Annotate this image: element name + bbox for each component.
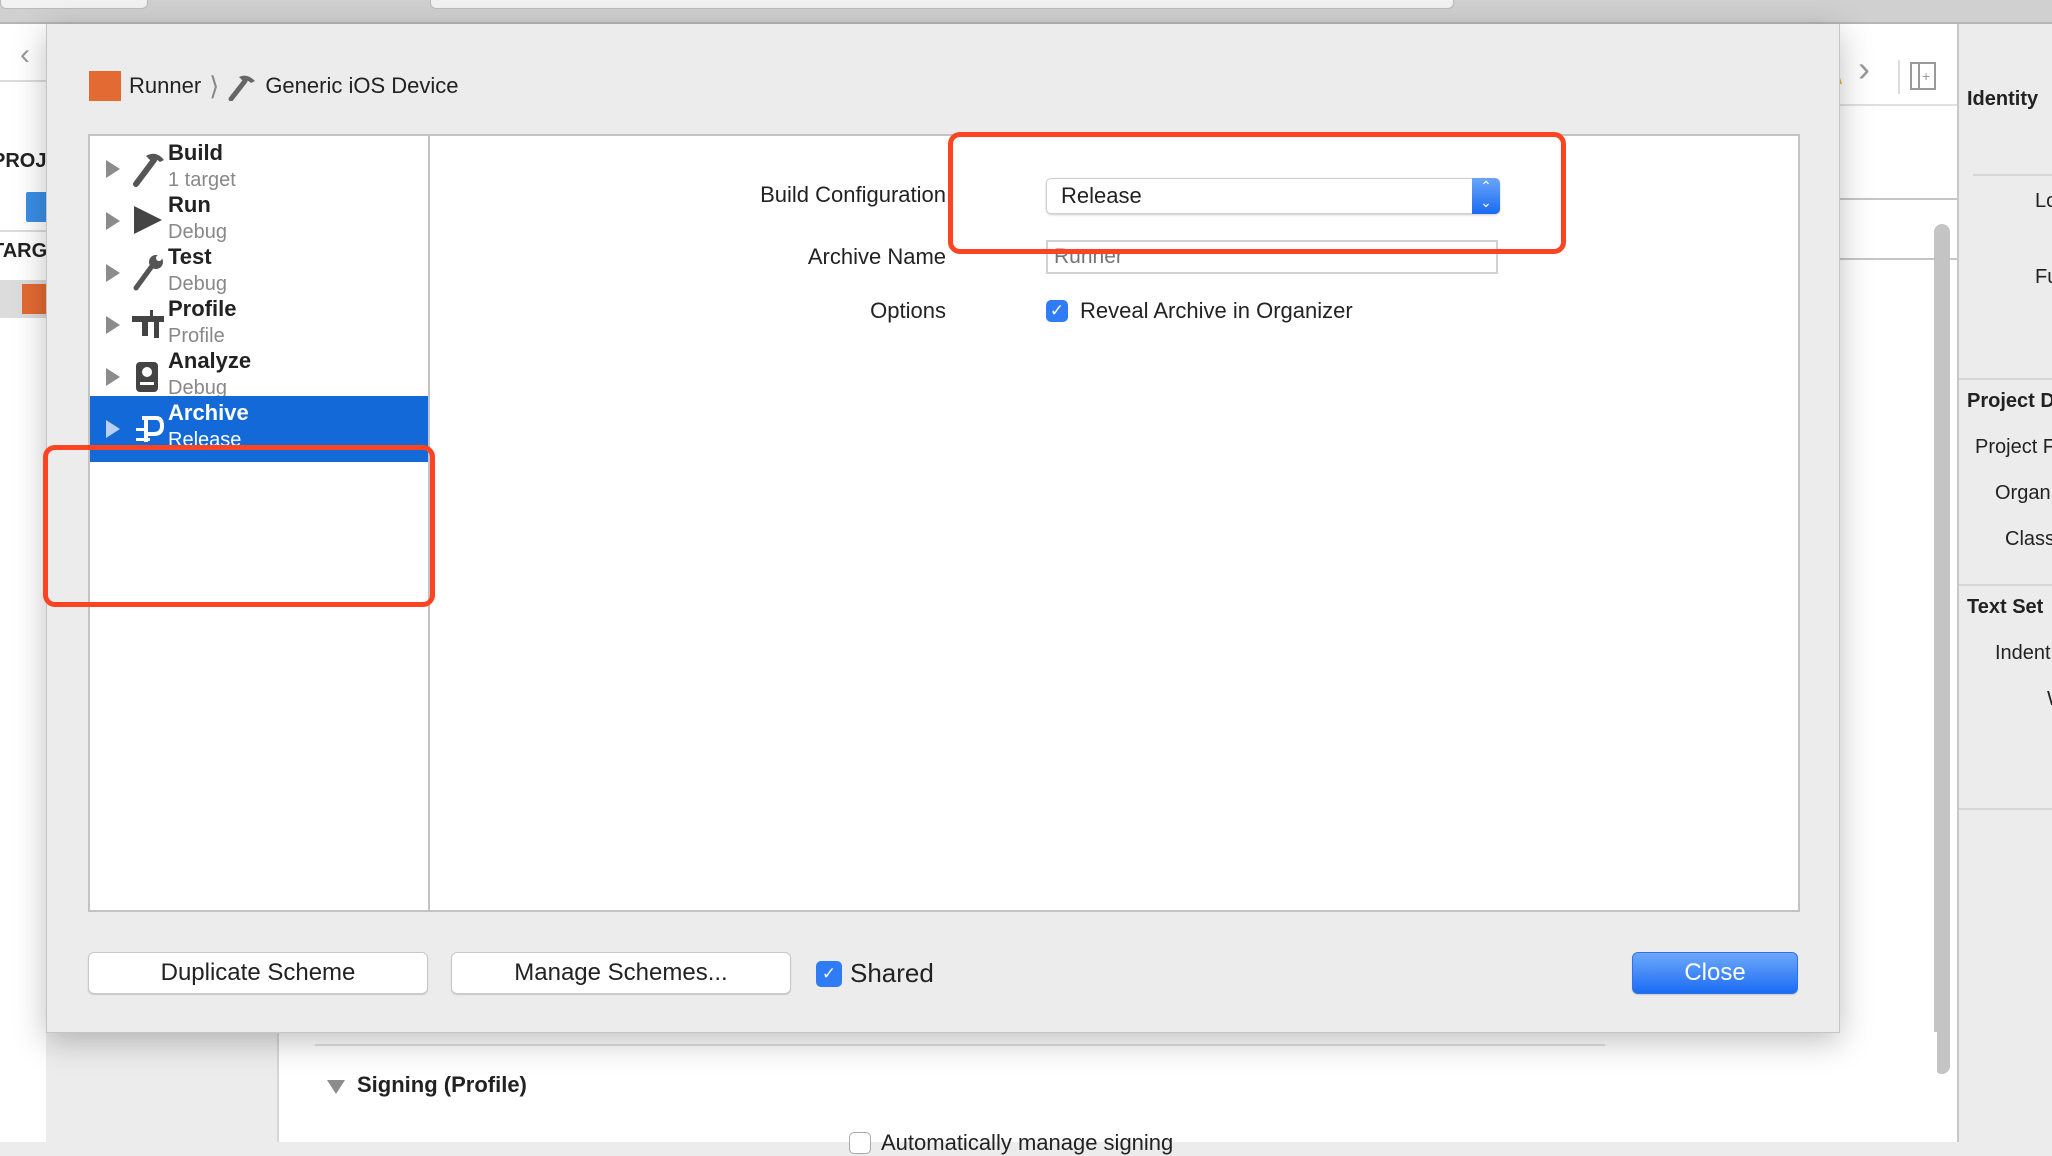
add-editor-icon[interactable]: +	[1910, 62, 1936, 90]
action-name: Profile	[168, 296, 237, 321]
signing-settings-area: Signing (Profile) Automatically manage s…	[277, 1032, 1937, 1155]
vertical-scrollbar[interactable]	[1934, 224, 1950, 1074]
action-name: Run	[168, 192, 211, 217]
hammer-icon	[228, 75, 256, 101]
widths-label: W	[2047, 688, 2052, 711]
shared-label: Shared	[850, 958, 934, 988]
auto-signing-checkbox[interactable]	[849, 1132, 871, 1154]
editor-right-area: › +	[1828, 24, 1958, 1142]
disclosure-triangle-icon[interactable]	[327, 1080, 345, 1094]
build-configuration-label: Build Configuration	[760, 182, 946, 207]
toolbar-activity-view	[430, 0, 1454, 9]
annotation-highlight-build-config	[948, 132, 1566, 254]
archive-name-label: Archive Name	[807, 244, 946, 269]
action-name: Analyze	[168, 348, 252, 373]
project-format-label: Project F	[1975, 436, 2052, 458]
manage-schemes-button[interactable]: Manage Schemes...	[451, 952, 791, 994]
signing-section-header: Signing (Profile)	[357, 1072, 527, 1097]
indent-label: Indent	[1995, 642, 2051, 664]
organization-label: Organ	[1995, 482, 2051, 504]
location-label: Lo	[2035, 190, 2052, 212]
scheme-name[interactable]: Runner	[129, 73, 201, 99]
project-file-icon[interactable]	[26, 192, 48, 222]
reveal-archive-label: Reveal Archive in Organizer	[1080, 298, 1353, 323]
shared-checkbox[interactable]: ✓	[816, 960, 842, 987]
close-button[interactable]: Close	[1632, 952, 1798, 994]
annotation-highlight-archive	[43, 445, 435, 607]
target-row-runner[interactable]	[0, 280, 46, 318]
expand-triangle-icon[interactable]	[106, 316, 120, 334]
window-toolbar	[0, 0, 2052, 24]
auto-signing-label: Automatically manage signing	[881, 1130, 1174, 1155]
identity-header: Identity	[1967, 88, 2039, 110]
targets-header: TARG	[0, 240, 48, 262]
projects-header: PROJ	[0, 150, 47, 172]
reveal-archive-checkbox[interactable]: ✓	[1046, 300, 1068, 322]
breadcrumb-separator-icon: ⟩	[209, 70, 220, 101]
expand-triangle-icon[interactable]	[106, 160, 120, 178]
toolbar-tab[interactable]	[0, 0, 148, 9]
action-name: Build	[168, 140, 223, 165]
expand-triangle-icon[interactable]	[106, 368, 120, 386]
archive-clamp-icon	[136, 416, 165, 442]
destination-name[interactable]: Generic iOS Device	[265, 73, 458, 99]
play-icon	[134, 206, 162, 234]
caliper-icon	[132, 310, 164, 338]
options-label: Options	[870, 298, 946, 323]
hammer-icon	[133, 153, 164, 187]
analyze-icon	[136, 362, 158, 392]
expand-triangle-icon[interactable]	[106, 264, 120, 282]
action-name: Archive	[168, 400, 249, 425]
target-icon	[22, 284, 46, 314]
project-document-header: Project D	[1967, 390, 2052, 412]
expand-triangle-icon[interactable]	[106, 420, 120, 438]
auto-signing-checkbox-row[interactable]: Automatically manage signing	[849, 1130, 1173, 1156]
expand-triangle-icon[interactable]	[106, 212, 120, 230]
breadcrumb: Runner ⟩ Generic iOS Device	[89, 70, 459, 102]
back-chevron-icon[interactable]: ‹	[20, 38, 30, 72]
wrench-icon	[133, 255, 163, 291]
class-prefix-label: Class	[2005, 528, 2052, 550]
toolbar-divider	[1898, 60, 1900, 94]
project-icon	[89, 71, 121, 101]
reveal-archive-option[interactable]: ✓ Reveal Archive in Organizer	[1046, 298, 1353, 324]
shared-option[interactable]: ✓ Shared	[816, 958, 934, 989]
project-navigator: ‹ PROJ TARG	[0, 24, 48, 1142]
forward-chevron-icon[interactable]: ›	[1858, 48, 1870, 90]
duplicate-scheme-button[interactable]: Duplicate Scheme	[88, 952, 428, 994]
file-inspector: Identity Lo Fu Project D Project F Organ…	[1957, 24, 2052, 1142]
text-settings-header: Text Set	[1967, 596, 2044, 618]
action-name: Test	[168, 244, 212, 269]
full-path-label: Fu	[2035, 266, 2052, 288]
